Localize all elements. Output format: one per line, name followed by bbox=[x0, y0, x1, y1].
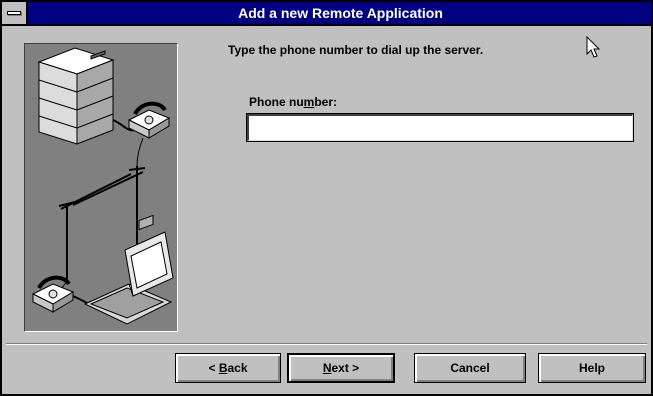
arrow-cursor-icon bbox=[586, 36, 601, 58]
laptop-icon bbox=[83, 214, 174, 325]
next-button[interactable]: Next > bbox=[287, 353, 395, 383]
telephone-icon bbox=[31, 275, 75, 313]
telephone-icon bbox=[127, 101, 171, 139]
server-modem-laptop-illustration bbox=[24, 43, 178, 332]
server-icon bbox=[37, 47, 115, 145]
instruction-text: Type the phone number to dial up the ser… bbox=[228, 43, 484, 57]
phone-number-input[interactable] bbox=[246, 113, 634, 142]
window-title: Add a new Remote Application bbox=[238, 5, 443, 21]
system-menu-icon[interactable] bbox=[2, 2, 28, 24]
back-button[interactable]: < Back bbox=[175, 353, 281, 383]
dialog-window: Add a new Remote Application Type the ph… bbox=[0, 0, 653, 396]
title-bar[interactable]: Add a new Remote Application bbox=[2, 2, 651, 26]
divider bbox=[6, 343, 647, 345]
help-button[interactable]: Help bbox=[538, 353, 646, 383]
phone-number-label: Phone number: bbox=[249, 95, 338, 109]
cancel-button[interactable]: Cancel bbox=[414, 353, 526, 383]
